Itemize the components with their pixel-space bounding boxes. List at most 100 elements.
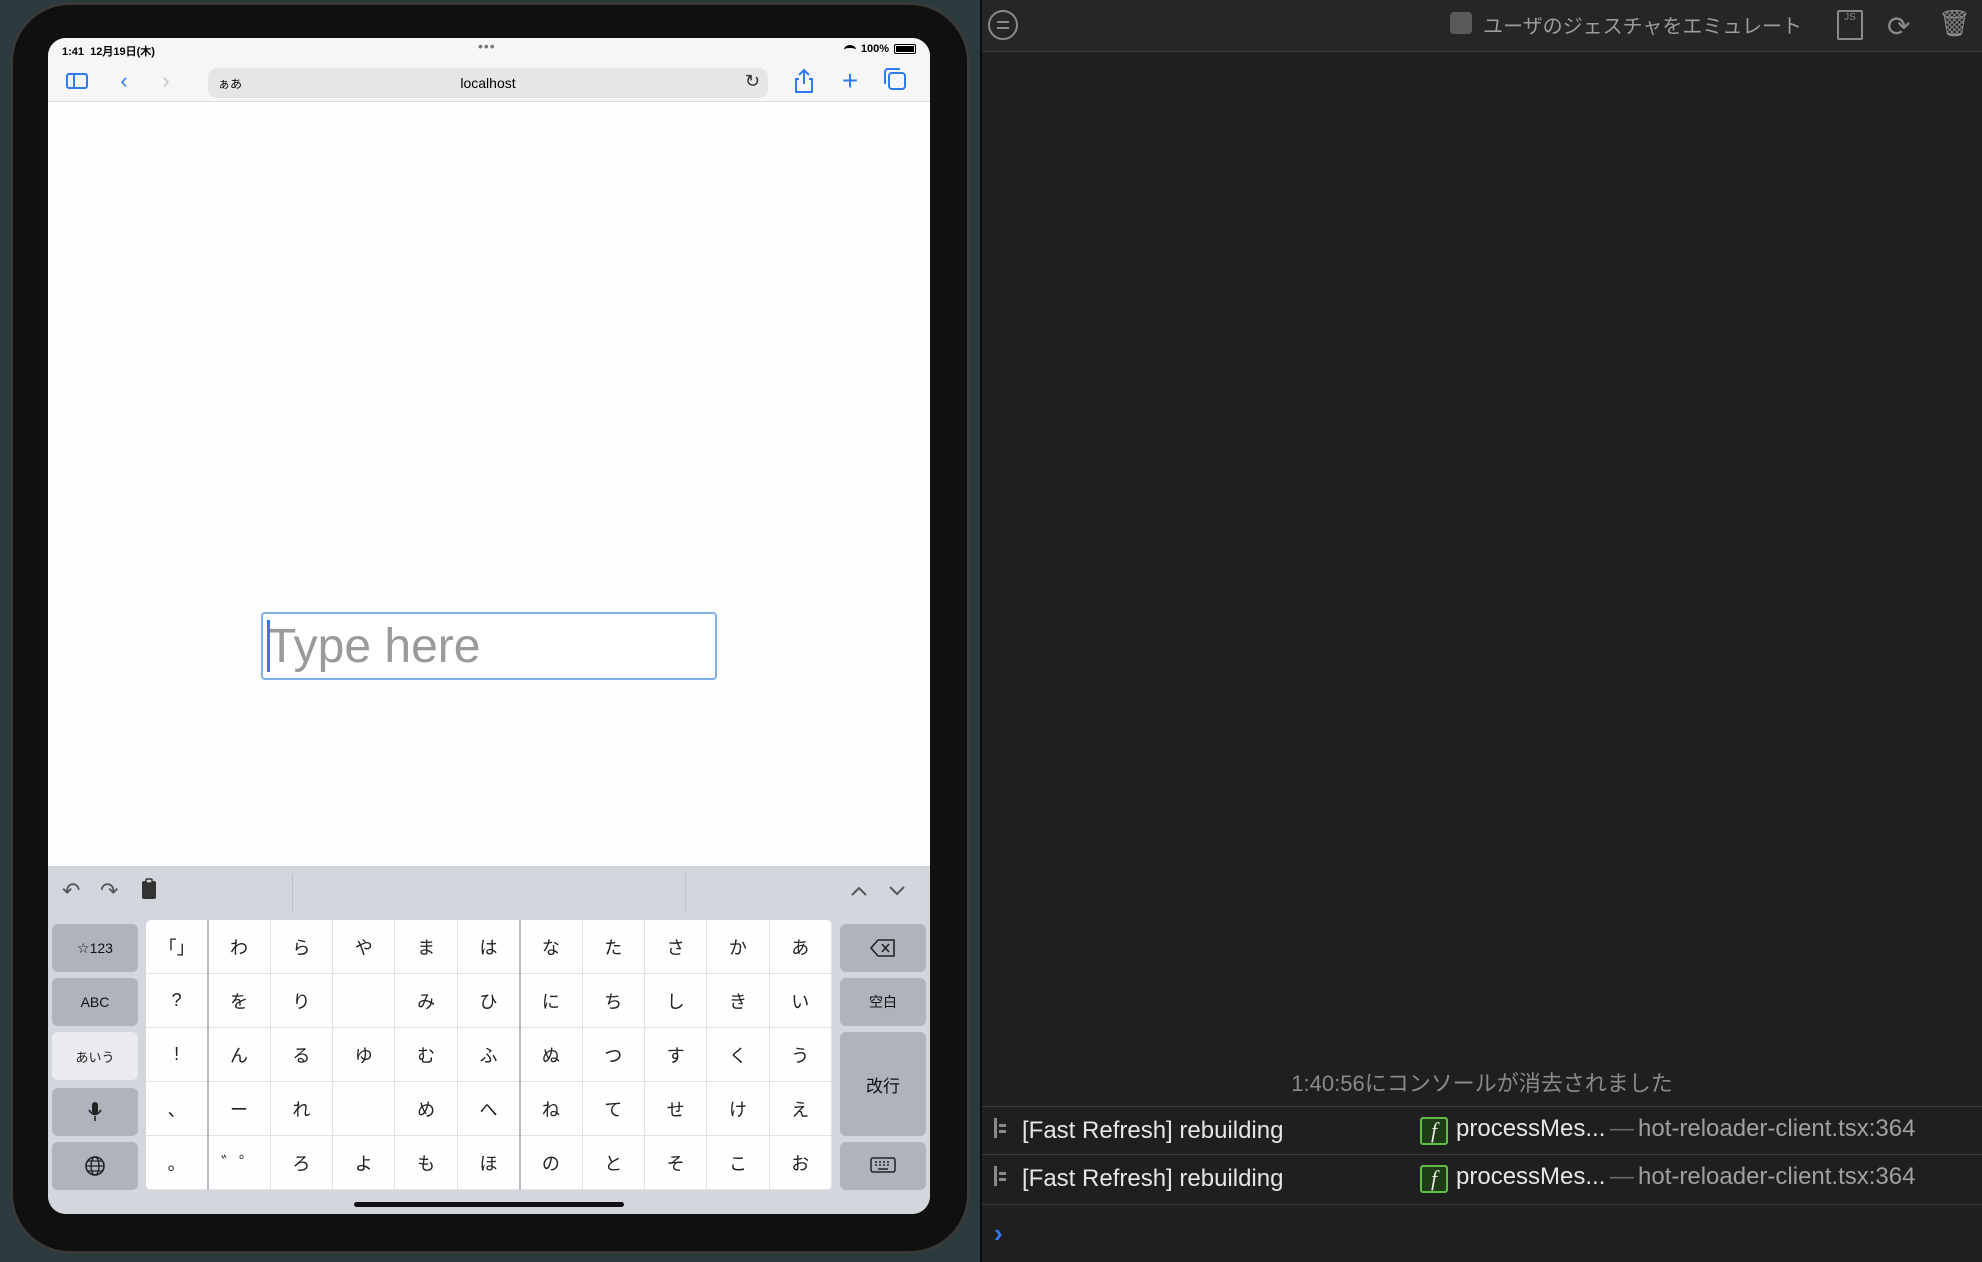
dismiss-keyboard-key[interactable] — [840, 1142, 926, 1190]
reload-icon[interactable]: ↻ — [745, 71, 760, 92]
function-name[interactable]: processMes... — [1456, 1115, 1605, 1143]
kana-key[interactable]: こ — [707, 1136, 770, 1190]
toolbar-separator — [685, 874, 686, 912]
dictation-key[interactable] — [52, 1088, 138, 1136]
kana-key[interactable]: わ — [208, 920, 271, 974]
kana-key[interactable]: 、 — [146, 1082, 209, 1136]
home-indicator[interactable] — [354, 1202, 624, 1207]
source-link[interactable]: hot-reloader-client.tsx:364 — [1638, 1115, 1915, 1143]
kana-key[interactable]: け — [707, 1082, 770, 1136]
kana-key[interactable]: え — [769, 1082, 832, 1136]
safari-toolbar: ‹ › ぁあ localhost ↻ + — [48, 60, 930, 102]
kana-key[interactable]: ぬ — [520, 1028, 583, 1082]
kana-key[interactable]: は — [457, 920, 521, 974]
kana-key[interactable]: つ — [582, 1028, 645, 1082]
kana-key[interactable]: れ — [270, 1082, 334, 1136]
kana-key[interactable]: く — [707, 1028, 770, 1082]
back-icon[interactable]: ‹ — [114, 68, 134, 94]
kana-key[interactable]: も — [395, 1136, 458, 1190]
kana-key[interactable]: る — [270, 1028, 334, 1082]
kana-key[interactable]: か — [707, 920, 770, 974]
kana-key[interactable]: ま — [395, 920, 458, 974]
message-text: [Fast Refresh] rebuilding — [1022, 1165, 1284, 1192]
kana-key[interactable]: し — [644, 974, 708, 1028]
filter-icon[interactable] — [988, 10, 1018, 40]
kana-key[interactable]: よ — [333, 1136, 396, 1190]
kana-key[interactable]: て — [582, 1082, 645, 1136]
kana-key[interactable]: お — [769, 1136, 832, 1190]
kana-key[interactable]: ね — [520, 1082, 583, 1136]
kana-key[interactable]: 「」 — [146, 920, 209, 974]
kana-key[interactable]: あ — [769, 920, 832, 974]
kana-key[interactable]: む — [395, 1028, 458, 1082]
kana-key[interactable]: せ — [644, 1082, 708, 1136]
kana-key[interactable]: さ — [644, 920, 708, 974]
globe-key[interactable] — [52, 1142, 138, 1190]
reload-icon[interactable]: ⟳ — [1887, 10, 1910, 43]
paste-icon[interactable] — [140, 878, 158, 906]
address-bar[interactable]: ぁあ localhost ↻ — [208, 68, 768, 98]
japanese-kana-keyboard: ☆123 ABC あいう 「」わらやまはなたさかあ? をり みひにちしきい! んるゆむ… — [48, 920, 930, 1214]
kana-key[interactable]: ! — [146, 1028, 209, 1082]
console-message[interactable]: [Fast Refresh] rebuilding f processMes..… — [982, 1154, 1982, 1202]
kana-key[interactable]: ? — [146, 974, 209, 1028]
kana-key[interactable]: ろ — [270, 1136, 334, 1190]
source-link[interactable]: hot-reloader-client.tsx:364 — [1638, 1163, 1915, 1191]
enter-key[interactable]: 改行 — [840, 1032, 926, 1136]
sidebar-icon[interactable] — [66, 68, 92, 94]
kana-key[interactable]: た — [582, 920, 645, 974]
wifi-icon — [843, 44, 856, 54]
kana-key[interactable]: を — [208, 974, 271, 1028]
kana-key[interactable]: な — [520, 920, 583, 974]
type-here-input[interactable] — [261, 612, 717, 680]
console-message[interactable]: [Fast Refresh] rebuilding f processMes..… — [982, 1106, 1982, 1154]
trash-icon[interactable]: 🗑 — [1938, 8, 1971, 39]
undo-icon[interactable]: ↶ — [62, 878, 80, 904]
plus-icon[interactable]: + — [838, 67, 862, 95]
kana-key[interactable]: や — [333, 920, 396, 974]
kana-key[interactable]: す — [644, 1028, 708, 1082]
forward-icon[interactable]: › — [156, 68, 176, 94]
share-icon[interactable] — [792, 68, 816, 94]
kana-key[interactable]: ひ — [457, 974, 521, 1028]
multitasking-dots[interactable]: ••• — [478, 38, 496, 54]
kana-key[interactable]: の — [520, 1136, 583, 1190]
function-name[interactable]: processMes... — [1456, 1163, 1605, 1191]
kana-key[interactable]: ち — [582, 974, 645, 1028]
kana-key[interactable] — [333, 1082, 396, 1136]
kana-key[interactable]: ん — [208, 1028, 271, 1082]
emulate-gesture-label[interactable]: ユーザのジェスチャをエミュレート — [1483, 10, 1802, 39]
emulate-gesture-checkbox[interactable] — [1450, 12, 1472, 34]
space-key[interactable]: 空白 — [840, 978, 926, 1026]
delete-key[interactable] — [840, 924, 926, 972]
kana-key[interactable]: そ — [644, 1136, 708, 1190]
kana-key[interactable]: き — [707, 974, 770, 1028]
kana-key[interactable]: へ — [457, 1082, 521, 1136]
redo-icon[interactable]: ↷ — [100, 878, 118, 904]
kana-key[interactable]: あいう — [52, 1032, 138, 1080]
kana-key[interactable]: と — [582, 1136, 645, 1190]
kana-key[interactable]: に — [520, 974, 583, 1028]
kana-key[interactable] — [333, 974, 396, 1028]
globe-icon — [85, 1156, 105, 1176]
kana-key[interactable]: う — [769, 1028, 832, 1082]
kana-key[interactable]: 。 — [146, 1136, 209, 1190]
kana-key[interactable]: ほ — [457, 1136, 521, 1190]
kana-key[interactable]: ら — [270, 920, 334, 974]
kana-key[interactable]: ゛゜ — [208, 1136, 271, 1190]
chevron-up-icon[interactable] — [850, 878, 868, 904]
kana-key[interactable]: ー — [208, 1082, 271, 1136]
tabs-icon[interactable] — [884, 68, 908, 94]
numbers-key[interactable]: ☆123 — [52, 924, 138, 972]
js-context-icon[interactable]: JS — [1837, 10, 1863, 40]
console-prompt[interactable]: › — [994, 1218, 1003, 1249]
abc-key[interactable]: ABC — [52, 978, 138, 1026]
kana-key[interactable]: い — [769, 974, 832, 1028]
kana-key[interactable]: ゆ — [333, 1028, 396, 1082]
chevron-down-icon[interactable] — [888, 878, 906, 904]
text-caret — [267, 620, 270, 672]
kana-key[interactable]: り — [270, 974, 334, 1028]
kana-key[interactable]: め — [395, 1082, 458, 1136]
kana-key[interactable]: ふ — [457, 1028, 521, 1082]
kana-key[interactable]: み — [395, 974, 458, 1028]
